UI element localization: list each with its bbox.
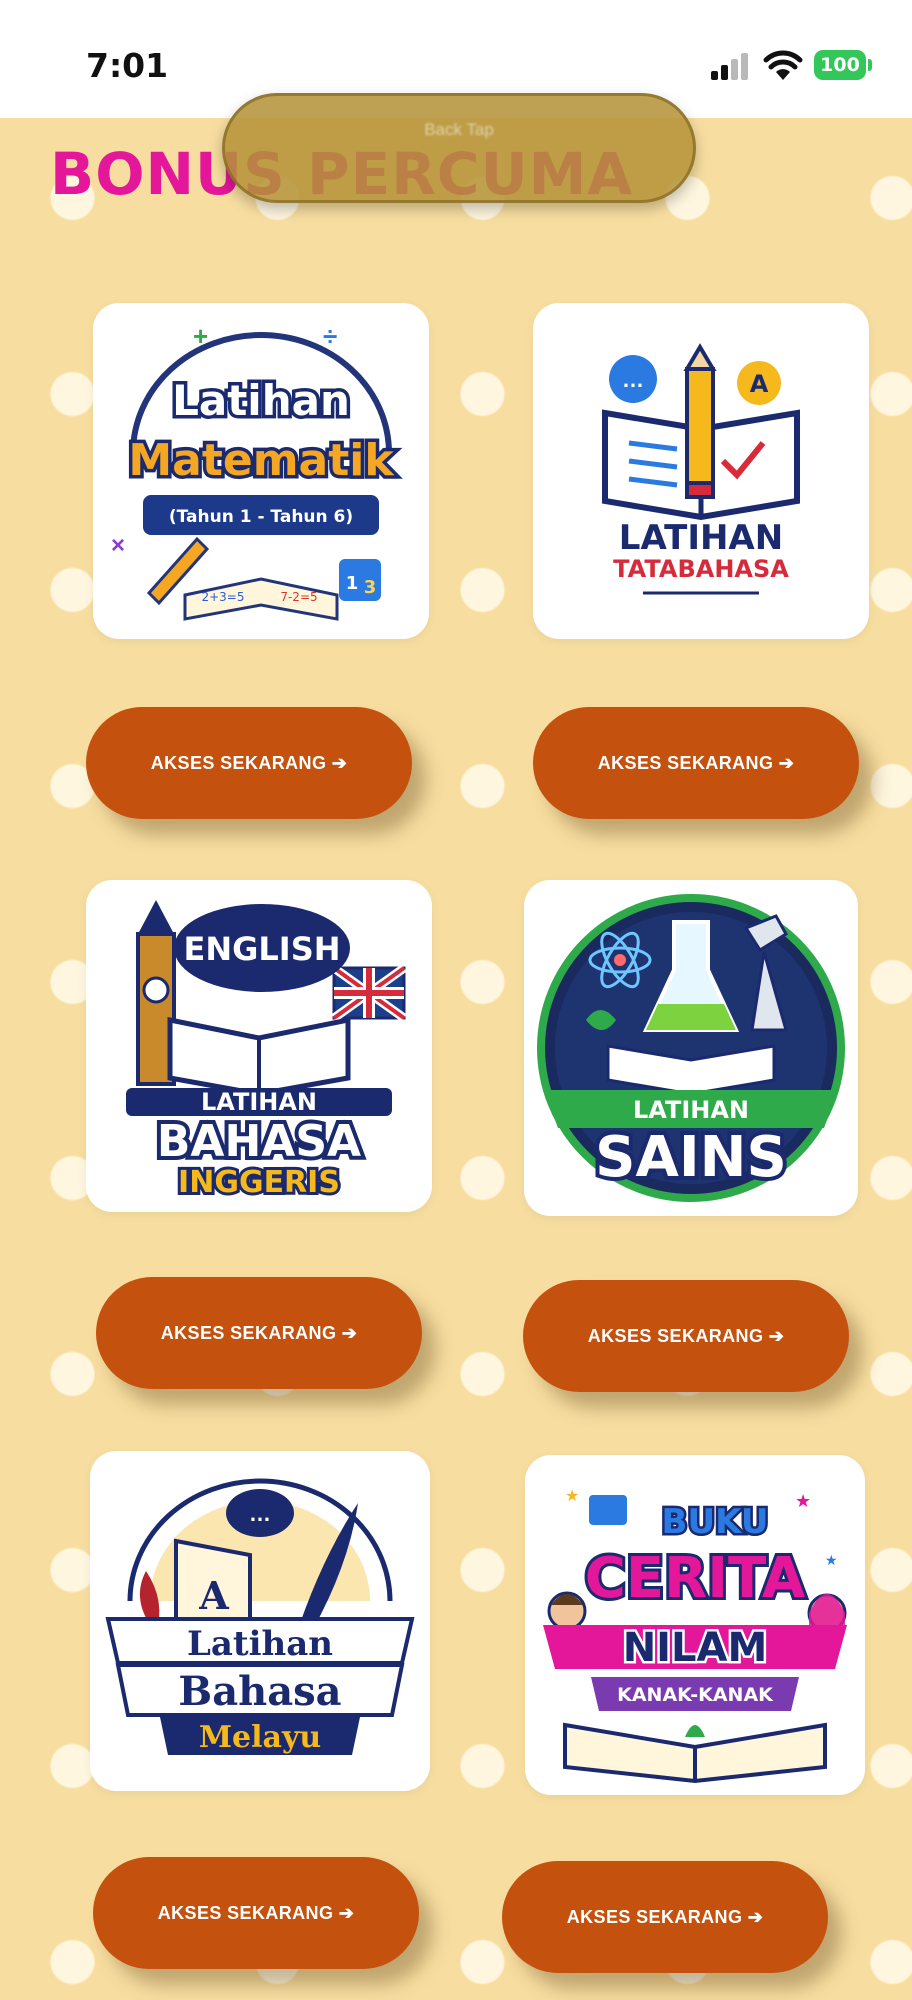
logo-text: (Tahun 1 - Tahun 6) — [169, 507, 353, 527]
logo-text: KANAK-KANAK — [617, 1684, 774, 1706]
access-button-buku-cerita-nilam[interactable]: AKSES SEKARANG ➔ — [502, 1861, 828, 1973]
logo-text: Melayu — [199, 1720, 321, 1755]
logo-text: NILAM — [623, 1625, 768, 1671]
logo-text: CERITA — [585, 1546, 806, 1611]
access-button-bahasa-melayu[interactable]: AKSES SEKARANG ➔ — [93, 1857, 419, 1969]
logo-text: TATABAHASA — [613, 555, 789, 583]
logo-text: 3 — [364, 577, 377, 598]
quill-book-icon: … A Latihan Bahasa Melayu — [105, 1478, 415, 1755]
science-flask-icon: LATIHAN SAINS — [537, 894, 845, 1202]
product-card-tatabahasa[interactable]: … A LATIHAN TATABAHASA — [533, 303, 869, 639]
product-card-buku-cerita-nilam[interactable]: ★ ★ ★ BUKU CERITA NILAM KANAK-KANAK — [525, 1455, 865, 1795]
logo-text: ENGLISH — [183, 930, 340, 968]
logo-text: Matematik — [128, 435, 395, 486]
product-card-bahasa-melayu[interactable]: … A Latihan Bahasa Melayu — [90, 1451, 430, 1791]
svg-text:…: … — [622, 367, 644, 392]
product-card-bahasa-inggeris[interactable]: ENGLISH LATIHAN BAHASA INGGERIS — [86, 880, 432, 1212]
svg-text:★: ★ — [825, 1552, 838, 1568]
logo-text: BAHASA — [157, 1116, 361, 1167]
logo-text: SAINS — [595, 1125, 787, 1190]
access-button-bahasa-inggeris[interactable]: AKSES SEKARANG ➔ — [96, 1277, 422, 1389]
logo-text: A — [750, 370, 769, 398]
battery-icon: 100 — [814, 50, 866, 80]
svg-text:+: + — [193, 321, 208, 351]
logo-text: 1 — [346, 573, 359, 594]
logo-text: Bahasa — [178, 1668, 341, 1715]
access-button-sains[interactable]: AKSES SEKARANG ➔ — [523, 1280, 849, 1392]
svg-text:×: × — [111, 532, 125, 559]
logo-text: LATIHAN — [633, 1096, 749, 1124]
access-button-tatabahasa[interactable]: AKSES SEKARANG ➔ — [533, 707, 859, 819]
product-card-matematik[interactable]: Latihan Matematik (Tahun 1 - Tahun 6) 2+… — [93, 303, 429, 639]
logo-text: Latihan — [172, 376, 350, 425]
svg-text:÷: ÷ — [323, 321, 337, 351]
battery-tip — [868, 59, 872, 71]
logo-text: LATIHAN — [201, 1088, 317, 1116]
product-card-sains[interactable]: LATIHAN SAINS — [524, 880, 858, 1216]
logo-text: 2+3=5 — [201, 590, 244, 604]
logo-text: LATIHAN — [619, 518, 783, 558]
wifi-icon — [763, 50, 803, 80]
status-time: 7:01 — [86, 46, 169, 85]
logo-text: INGGERIS — [178, 1165, 340, 1200]
svg-text:★: ★ — [565, 1488, 579, 1505]
open-book-pencil-icon: … A LATIHAN TATABAHASA — [602, 343, 800, 595]
big-ben-book-icon: ENGLISH LATIHAN BAHASA INGGERIS — [126, 900, 407, 1203]
storybook-icon: ★ ★ ★ BUKU CERITA NILAM KANAK-KANAK — [543, 1488, 847, 1784]
logo-text: Latihan — [187, 1624, 333, 1664]
back-tap-overlay[interactable]: Back Tap — [222, 93, 696, 203]
logo-text: A — [198, 1573, 229, 1618]
overlay-label: Back Tap — [424, 120, 494, 139]
math-book-icon: Latihan Matematik (Tahun 1 - Tahun 6) 2+… — [111, 321, 399, 621]
logo-text: 7-2=5 — [280, 590, 317, 604]
svg-text:★: ★ — [795, 1491, 811, 1511]
cellular-signal-icon — [711, 52, 751, 80]
logo-text: BUKU — [662, 1502, 769, 1542]
access-button-matematik[interactable]: AKSES SEKARANG ➔ — [86, 707, 412, 819]
svg-text:…: … — [249, 1501, 271, 1526]
